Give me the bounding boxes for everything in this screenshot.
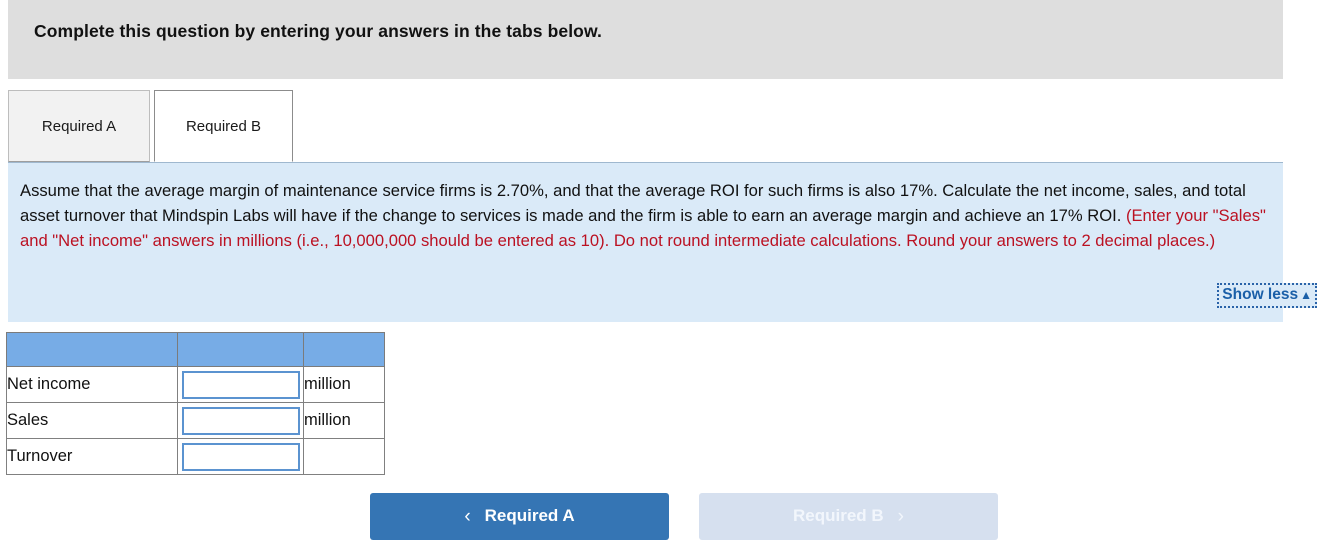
- tab-required-b[interactable]: Required B: [154, 90, 293, 162]
- chevron-right-icon: ›: [897, 505, 904, 527]
- caret-up-icon: ▲: [1300, 288, 1312, 302]
- table-row: Net income million: [6, 366, 385, 403]
- answer-table: Net income million Sales million Turnove…: [6, 332, 385, 475]
- tab-required-a[interactable]: Required A: [8, 90, 150, 162]
- row-input-cell-turnover: [177, 438, 304, 475]
- next-button-label: Required B: [792, 506, 884, 525]
- chevron-left-icon: ‹: [464, 505, 471, 527]
- table-header-cell-value: [177, 332, 304, 367]
- show-less-link[interactable]: Show less ▲: [1217, 283, 1317, 308]
- row-unit-turnover: [303, 438, 385, 475]
- question-panel: Assume that the average margin of mainte…: [8, 162, 1283, 322]
- table-header-cell-unit: [303, 332, 385, 367]
- row-unit-net-income: million: [303, 366, 385, 403]
- table-header-row: [6, 332, 385, 367]
- navigation-buttons: ‹ Required A Required B ›: [370, 492, 998, 540]
- question-text: Assume that the average margin of mainte…: [20, 178, 1270, 253]
- table-header-cell-label: [6, 332, 178, 367]
- tab-strip: Required A Required B: [8, 90, 1283, 163]
- net-income-input[interactable]: [181, 370, 300, 399]
- row-input-cell-net-income: [177, 366, 304, 403]
- question-text-main: Assume that the average margin of mainte…: [20, 181, 1246, 225]
- row-label-turnover: Turnover: [6, 438, 178, 475]
- sales-input[interactable]: [181, 406, 300, 435]
- previous-required-a-button[interactable]: ‹ Required A: [370, 492, 669, 540]
- row-label-sales: Sales: [6, 402, 178, 439]
- turnover-input[interactable]: [181, 442, 300, 471]
- show-less-label: Show less: [1222, 286, 1299, 303]
- row-unit-sales: million: [303, 402, 385, 439]
- page-title: Complete this question by entering your …: [34, 21, 602, 41]
- table-row: Turnover: [6, 438, 385, 475]
- tab-required-b-label: Required B: [185, 117, 262, 135]
- tab-required-a-label: Required A: [41, 117, 117, 135]
- row-input-cell-sales: [177, 402, 304, 439]
- table-row: Sales million: [6, 402, 385, 439]
- next-required-b-button[interactable]: Required B ›: [699, 492, 998, 540]
- instruction-banner: Complete this question by entering your …: [8, 0, 1283, 79]
- row-label-net-income: Net income: [6, 366, 178, 403]
- previous-button-label: Required A: [484, 506, 575, 525]
